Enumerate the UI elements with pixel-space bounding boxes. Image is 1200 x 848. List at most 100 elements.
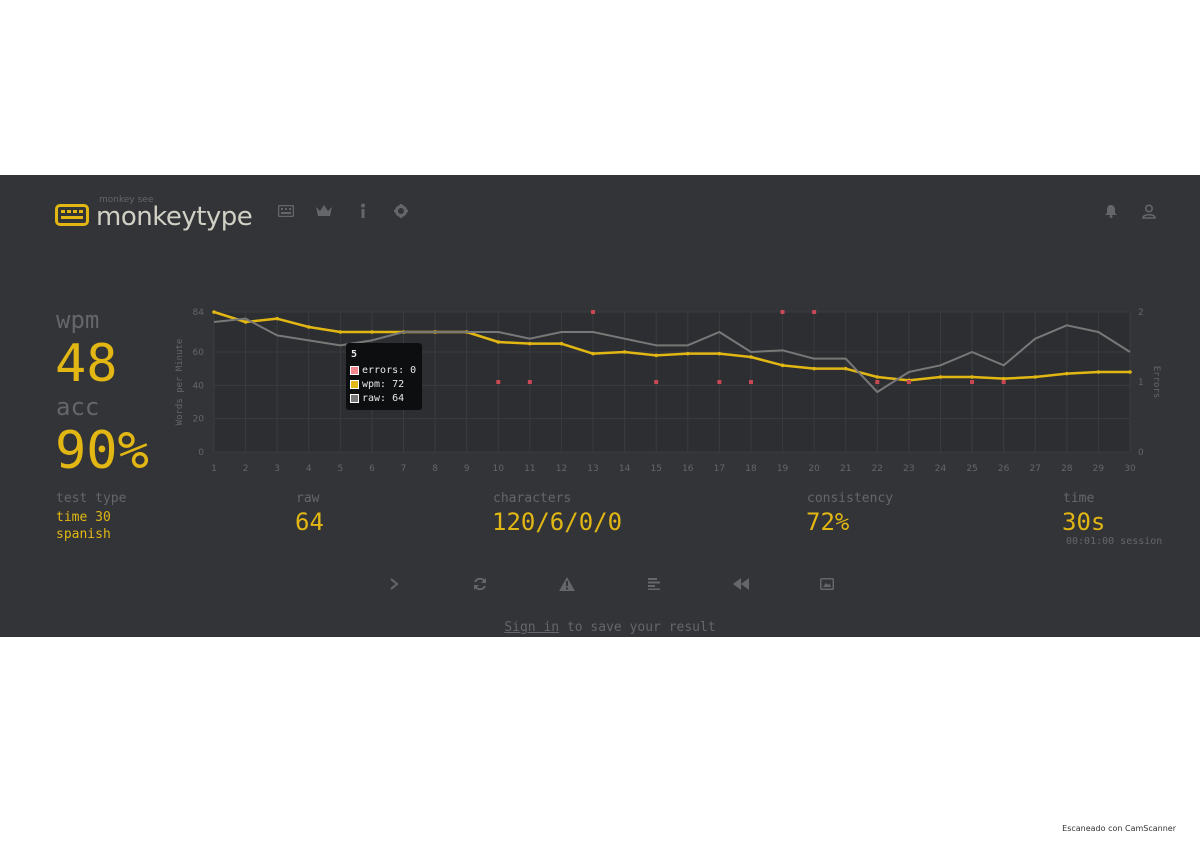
error-point — [1001, 380, 1006, 384]
wpm-point — [717, 351, 722, 356]
info-icon[interactable] — [354, 203, 372, 219]
error-point — [812, 310, 817, 314]
y2-tick-label: 1 — [1138, 378, 1144, 388]
keyboard-icon[interactable] — [277, 203, 295, 219]
acc-value[interactable]: 90% — [55, 425, 149, 477]
tooltip-wpm-row: wpm: 72 — [350, 379, 404, 390]
next-test-button[interactable] — [383, 574, 405, 594]
x-tick-label: 22 — [872, 464, 883, 474]
error-point — [906, 380, 911, 384]
y-tick-label: 40 — [193, 381, 205, 391]
x-tick-label: 25 — [966, 464, 977, 474]
restart-icon — [474, 577, 486, 591]
words-history-icon — [648, 578, 660, 590]
x-tick-label: 26 — [998, 464, 1010, 474]
error-point — [875, 380, 880, 384]
consistency-value[interactable]: 72% — [806, 508, 849, 536]
consistency-label: consistency — [807, 491, 894, 506]
error-point — [654, 380, 659, 384]
raw-swatch — [350, 394, 359, 403]
tooltip-errors: errors: 0 — [362, 365, 417, 376]
x-tick-label: 18 — [745, 464, 757, 474]
keyboard-logo-icon — [55, 204, 89, 226]
y2-axis-title: Errors — [1151, 366, 1161, 399]
signin-link[interactable]: Sign in — [504, 620, 559, 635]
y-tick-label: 0 — [198, 448, 204, 458]
words-history-button[interactable] — [643, 574, 665, 594]
wpm-point — [528, 341, 532, 346]
test-type-label: test type — [56, 491, 127, 506]
time-value[interactable]: 30s — [1062, 508, 1105, 536]
x-tick-label: 16 — [682, 464, 694, 474]
screenshot-button[interactable] — [816, 574, 838, 594]
wpm-swatch — [350, 380, 359, 389]
replay-icon — [733, 578, 749, 590]
wpm-point — [875, 375, 880, 379]
signin-rest: to save your result — [559, 620, 716, 635]
wpm-point — [338, 330, 343, 334]
wpm-point — [559, 341, 564, 346]
wpm-point — [1001, 376, 1006, 381]
x-tick-label: 5 — [337, 464, 343, 474]
session-time: 00:01:00 session — [1066, 536, 1163, 547]
wpm-point — [496, 340, 501, 344]
x-tick-label: 15 — [650, 464, 661, 474]
error-point — [970, 380, 975, 384]
y-tick-label: 84 — [193, 308, 205, 318]
characters-label: characters — [493, 491, 572, 506]
wpm-chart[interactable]: 1 2 3 4 5 6 7 8 9 10 11 12 13 14 15 16 17 18 19 20 21 22 23 24 2… — [170, 300, 1170, 480]
wpm-point — [780, 363, 785, 368]
x-tick-label: 24 — [935, 464, 947, 474]
wpm-point — [622, 350, 627, 354]
acc-label: acc — [56, 393, 100, 421]
scanner-watermark: Escaneado con CamScanner — [1062, 824, 1176, 833]
x-tick-label: 4 — [306, 464, 312, 474]
error-point — [717, 380, 722, 384]
x-tick-label: 6 — [369, 464, 375, 474]
x-tick-label: 17 — [714, 464, 725, 474]
test-type-mode: time 30 — [56, 510, 111, 525]
crown-icon[interactable] — [315, 203, 333, 219]
raw-value[interactable]: 64 — [295, 508, 324, 536]
logo-text: monkeytype — [96, 202, 253, 232]
x-tick-label: 9 — [464, 464, 470, 474]
wpm-point — [938, 375, 943, 379]
bell-icon[interactable] — [1102, 203, 1120, 219]
x-tick-label: 27 — [1030, 464, 1041, 474]
tooltip-raw-row: raw: 64 — [350, 393, 404, 404]
y2-tick-label: 0 — [1138, 448, 1144, 458]
replay-button[interactable] — [730, 574, 752, 594]
x-tick-label: 20 — [808, 464, 820, 474]
x-tick-label: 3 — [274, 464, 280, 474]
x-tick-label: 11 — [524, 464, 535, 474]
wpm-point — [1128, 370, 1132, 374]
y-tick-label: 20 — [193, 415, 205, 425]
y2-tick-label: 2 — [1138, 308, 1144, 318]
x-tick-label: 13 — [587, 464, 598, 474]
gear-icon[interactable] — [392, 203, 410, 219]
user-icon[interactable] — [1140, 203, 1158, 219]
characters-value[interactable]: 120/6/0/0 — [492, 508, 622, 536]
error-point — [780, 310, 785, 314]
error-point — [527, 380, 532, 384]
screenshot-icon — [820, 578, 834, 590]
wpm-point — [812, 366, 816, 371]
x-tick-label: 21 — [840, 464, 851, 474]
x-tick-label: 2 — [243, 464, 249, 474]
error-point — [591, 310, 596, 314]
wpm-point — [749, 355, 753, 359]
wpm-point — [370, 330, 374, 334]
app-window: monkey see monkeytype wpm 48 acc 90% tes… — [0, 175, 1200, 637]
time-label: time — [1063, 491, 1095, 506]
wpm-point — [654, 353, 659, 358]
wpm-value[interactable]: 48 — [55, 338, 118, 390]
wpm-point — [243, 320, 248, 324]
tooltip-wpm: wpm: 72 — [362, 379, 405, 390]
wpm-point — [970, 375, 974, 379]
wpm-point — [275, 316, 279, 321]
x-tick-label: 30 — [1124, 464, 1136, 474]
wpm-point — [212, 310, 216, 314]
report-button[interactable] — [556, 574, 578, 594]
x-tick-label: 1 — [211, 464, 217, 474]
restart-button[interactable] — [469, 574, 491, 594]
